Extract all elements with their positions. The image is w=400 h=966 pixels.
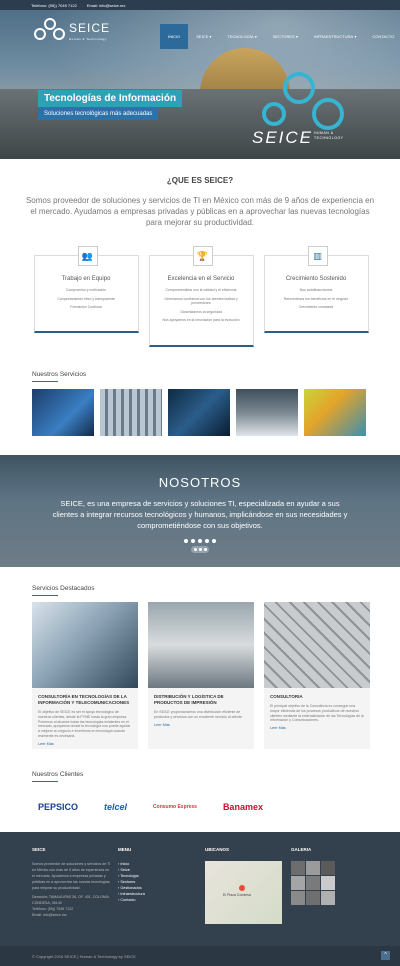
value-card-title: Excelencia en el Servicio — [167, 276, 235, 282]
nosotros-text: SEICE, es una empresa de servicios y sol… — [52, 499, 348, 530]
service-image[interactable] — [168, 389, 230, 436]
location-map[interactable]: El Plaza Condesa — [205, 861, 282, 924]
service-image[interactable] — [236, 389, 298, 436]
hero-brand: SEICE HUMAN & TECHNOLOGY — [252, 128, 343, 148]
footer: SEICE Somos proveedor de soluciones y se… — [0, 832, 400, 946]
footer-link[interactable]: › Contacto — [118, 897, 145, 903]
hero-title: Tecnologías de Información — [38, 90, 183, 107]
phone-text: Teléfono: (55)) 7049 7122 — [31, 2, 77, 8]
footer-about-text: Somos proveedor de soluciones y servicio… — [32, 862, 111, 890]
read-more-link[interactable]: Leer Más — [154, 723, 248, 727]
client-logos: PEPSICO telcel Consumo Express Banamex — [38, 797, 400, 817]
featured-title: CONSULTORIA — [270, 694, 303, 699]
footer-gallery: GALERIA — [291, 847, 335, 905]
value-card-title: Trabajo en Equipo — [61, 276, 111, 282]
service-image[interactable] — [100, 389, 162, 436]
email-text: Email: info@seice.mx — [86, 2, 126, 8]
menu-item-contacto[interactable]: CONTACTO — [364, 24, 400, 49]
pepsico-logo: PEPSICO — [38, 801, 79, 812]
top-bar: Teléfono: (55)) 7049 7122 Email: info@se… — [0, 0, 400, 10]
featured-card: CONSULTORIA El principal objetivo de la … — [264, 602, 370, 749]
back-to-top-button[interactable]: ^ — [381, 951, 390, 960]
chart-icon: ▥ — [307, 246, 328, 266]
consumo-express-logo: Consumo Express — [153, 803, 197, 810]
main-menu: INICIO SEICE ▾ TECNOLOGÍA ▾ SECTORES ▾ I… — [160, 24, 400, 49]
footer-email: Email: info@seice.mx — [32, 913, 67, 917]
hero-banner: SEICE Human & Technology INICIO SEICE ▾ … — [0, 10, 400, 159]
read-more-link[interactable]: Leer Más — [270, 726, 364, 730]
clients-heading: Nuestros Clientes — [32, 771, 400, 782]
featured-text: En SEICE proporcionamos una distribución… — [154, 710, 243, 719]
nosotros-section: NOSOTROS SEICE, es una empresa de servic… — [0, 455, 400, 567]
featured-text: El principal objetivo de la Consultoría … — [270, 704, 364, 723]
footer-location: UBICANOS El Plaza Condesa — [205, 847, 282, 924]
hero-subtitle: Soluciones tecnológicas más adecuadas — [38, 108, 159, 120]
chevron-down-icon: ▾ — [354, 34, 357, 39]
hero-brand-tag: HUMAN & TECHNOLOGY — [314, 131, 344, 140]
values-cards: 👥 Trabajo en Equipo Compromiso y motivac… — [0, 246, 400, 347]
menu-item-seice[interactable]: SEICE ▾ — [188, 24, 219, 49]
map-pin-icon — [239, 885, 245, 891]
value-card: 👥 Trabajo en Equipo Compromiso y motivac… — [33, 246, 139, 333]
featured-text: El objetivo de SEICE es ser el apoyo tec… — [38, 710, 131, 738]
users-icon: 👥 — [77, 246, 98, 266]
telcel-logo: telcel — [104, 801, 128, 812]
about-title: ¿QUE ES SEICE? — [166, 176, 234, 185]
featured-services: CONSULTORÍA EN TECNOLOGÍAS DE LA INFORMA… — [32, 602, 400, 749]
featured-title: CONSULTORÍA EN TECNOLOGÍAS DE LA INFORMA… — [38, 694, 130, 705]
slider-dots[interactable] — [0, 539, 400, 543]
chevron-down-icon: ▾ — [295, 34, 298, 39]
slider-control[interactable] — [191, 546, 209, 553]
featured-image — [32, 602, 138, 688]
copyright-text: © Copyright 2016 SEICE | Human & Technol… — [32, 953, 136, 959]
nosotros-title: NOSOTROS — [158, 475, 242, 490]
featured-image — [148, 602, 254, 688]
footer-address: Dirección: TAMAULIPAS 26, OF. 401, COLON… — [32, 895, 109, 905]
footer-about: SEICE Somos proveedor de soluciones y se… — [32, 847, 111, 917]
service-image[interactable] — [32, 389, 94, 436]
menu-item-sectores[interactable]: SECTORES ▾ — [265, 24, 306, 49]
site-logo[interactable]: SEICE Human & Technology — [34, 18, 110, 42]
trophy-icon: 🏆 — [192, 246, 213, 266]
map-label: El Plaza Condesa — [223, 893, 251, 897]
logo-tagline: Human & Technology — [69, 37, 107, 41]
footer-menu: MENU › Inicio › Seice › Tecnología › Sec… — [118, 847, 145, 903]
copyright-bar: © Copyright 2016 SEICE | Human & Technol… — [0, 946, 400, 966]
value-card-title: Crecimiento Sostenido — [285, 276, 347, 282]
logo-name: SEICE — [69, 21, 111, 35]
featured-heading: Servicios Destacados — [32, 585, 400, 596]
services-heading: Nuestros Servicios — [32, 371, 400, 382]
gallery-thumbs[interactable] — [291, 861, 335, 905]
chevron-down-icon: ▾ — [209, 34, 212, 39]
logo-rings-icon — [34, 18, 66, 42]
menu-item-infraestructura[interactable]: INFRAESTRUCTURA ▾ — [306, 24, 364, 49]
menu-item-inicio[interactable]: INICIO — [160, 24, 189, 49]
about-text: Somos proveedor de soluciones y servicio… — [25, 196, 375, 227]
services-gallery — [32, 389, 400, 436]
value-card: 🏆 Excelencia en el Servicio Compromentid… — [148, 246, 254, 347]
chevron-down-icon: ▾ — [254, 34, 257, 39]
featured-card: DISTRIBUCIÓN Y LOGÍSTICA DE PRODUCTOS DE… — [148, 602, 254, 749]
service-image[interactable] — [304, 389, 366, 436]
featured-card: CONSULTORÍA EN TECNOLOGÍAS DE LA INFORMA… — [32, 602, 138, 749]
value-card: ▥ Crecimiento Sostenido Nos autofinancia… — [263, 246, 369, 333]
banamex-logo: Banamex — [222, 801, 263, 812]
read-more-link[interactable]: Leer Más — [38, 742, 132, 746]
featured-image — [264, 602, 370, 688]
featured-title: DISTRIBUCIÓN Y LOGÍSTICA DE PRODUCTOS DE… — [154, 694, 224, 705]
menu-item-tecnologia[interactable]: TECNOLOGÍA ▾ — [219, 24, 264, 49]
